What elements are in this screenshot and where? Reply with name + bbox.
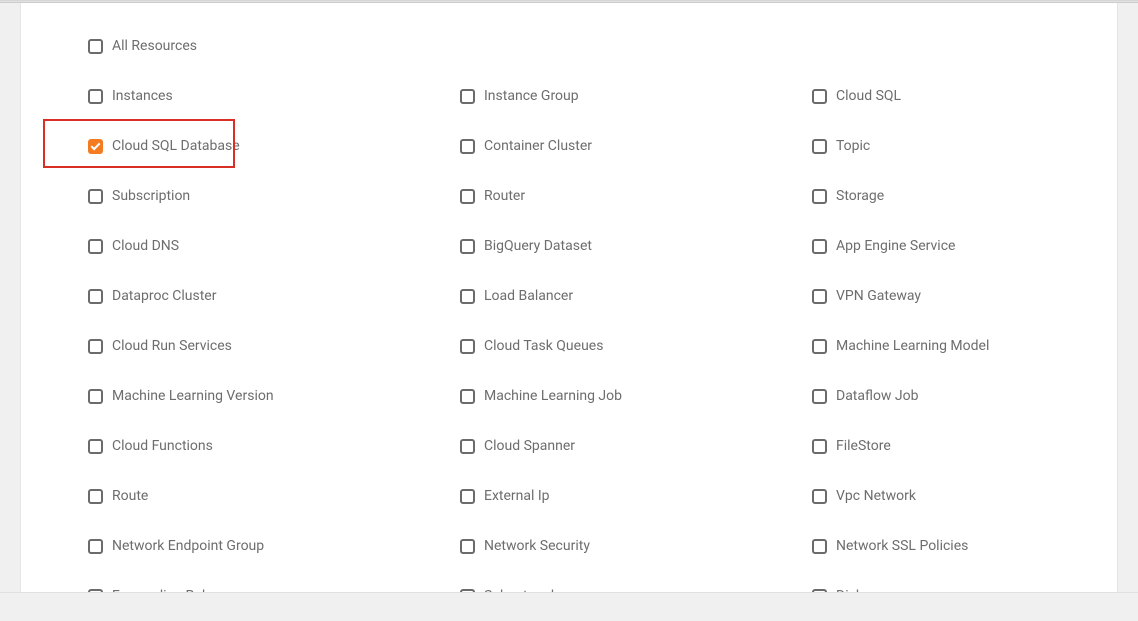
checkbox-label: Machine Learning Version [112, 389, 274, 403]
checkbox-label: Cloud SQL [836, 89, 901, 103]
checkbox-label: App Engine Service [836, 239, 955, 253]
checkbox-icon [460, 239, 475, 254]
checkbox-icon [460, 189, 475, 204]
checkbox-network-endpoint-group[interactable]: Network Endpoint Group [88, 521, 460, 571]
resource-selection-panel: All Resources Instances Instance Group C… [20, 3, 1118, 603]
checkbox-icon [88, 239, 103, 254]
checkbox-label: Cloud Functions [112, 439, 213, 453]
checkbox-icon-checked [88, 139, 103, 154]
checkbox-icon [88, 489, 103, 504]
checkbox-label: Instance Group [484, 89, 579, 103]
checkbox-icon [812, 139, 827, 154]
checkbox-label: Route [112, 489, 148, 503]
checkbox-topic[interactable]: Topic [812, 121, 1138, 171]
resource-checkbox-grid: All Resources Instances Instance Group C… [21, 21, 1117, 621]
bottom-cut-edge [0, 592, 1138, 606]
checkbox-container-cluster[interactable]: Container Cluster [460, 121, 812, 171]
checkbox-label: Instances [112, 89, 173, 103]
checkbox-subscription[interactable]: Subscription [88, 171, 460, 221]
checkbox-label: Machine Learning Job [484, 389, 622, 403]
checkbox-icon [812, 89, 827, 104]
checkbox-storage[interactable]: Storage [812, 171, 1138, 221]
checkbox-cloud-functions[interactable]: Cloud Functions [88, 421, 460, 471]
checkbox-label: Topic [836, 139, 870, 153]
checkbox-icon [812, 439, 827, 454]
checkbox-label: Storage [836, 189, 884, 203]
checkbox-route[interactable]: Route [88, 471, 460, 521]
checkbox-icon [88, 389, 103, 404]
checkbox-label: FileStore [836, 439, 891, 453]
checkbox-label: Cloud Spanner [484, 439, 575, 453]
checkbox-router[interactable]: Router [460, 171, 812, 221]
checkbox-label: Container Cluster [484, 139, 592, 153]
checkbox-cloud-dns[interactable]: Cloud DNS [88, 221, 460, 271]
checkbox-machine-learning-job[interactable]: Machine Learning Job [460, 371, 812, 421]
checkbox-icon [812, 389, 827, 404]
checkbox-icon [88, 289, 103, 304]
checkbox-icon [812, 339, 827, 354]
checkbox-label: Cloud Run Services [112, 339, 232, 353]
checkbox-label: Load Balancer [484, 289, 573, 303]
checkbox-vpn-gateway[interactable]: VPN Gateway [812, 271, 1138, 321]
checkbox-dataproc-cluster[interactable]: Dataproc Cluster [88, 271, 460, 321]
checkbox-label: Cloud Task Queues [484, 339, 603, 353]
checkbox-all-resources[interactable]: All Resources [88, 21, 1138, 71]
checkbox-icon [812, 489, 827, 504]
checkbox-icon [460, 139, 475, 154]
checkbox-network-security[interactable]: Network Security [460, 521, 812, 571]
checkbox-cloud-task-queues[interactable]: Cloud Task Queues [460, 321, 812, 371]
checkbox-bigquery-dataset[interactable]: BigQuery Dataset [460, 221, 812, 271]
checkbox-label: Network SSL Policies [836, 539, 968, 553]
checkbox-label: Cloud DNS [112, 239, 179, 253]
checkbox-instance-group[interactable]: Instance Group [460, 71, 812, 121]
checkbox-label: Cloud SQL Database [112, 139, 240, 153]
checkbox-cloud-run-services[interactable]: Cloud Run Services [88, 321, 460, 371]
checkbox-icon [460, 89, 475, 104]
checkbox-label: Vpc Network [836, 489, 916, 503]
checkbox-icon [88, 189, 103, 204]
checkbox-label: Network Endpoint Group [112, 539, 264, 553]
checkbox-icon [812, 289, 827, 304]
checkbox-icon [460, 489, 475, 504]
checkbox-machine-learning-model[interactable]: Machine Learning Model [812, 321, 1138, 371]
checkbox-machine-learning-version[interactable]: Machine Learning Version [88, 371, 460, 421]
checkbox-icon [88, 439, 103, 454]
checkbox-cloud-sql[interactable]: Cloud SQL [812, 71, 1138, 121]
checkbox-vpc-network[interactable]: Vpc Network [812, 471, 1138, 521]
checkbox-filestore[interactable]: FileStore [812, 421, 1138, 471]
checkbox-network-ssl-policies[interactable]: Network SSL Policies [812, 521, 1138, 571]
checkbox-cloud-sql-database[interactable]: Cloud SQL Database [88, 121, 460, 171]
checkbox-instances[interactable]: Instances [88, 71, 460, 121]
checkbox-icon [88, 339, 103, 354]
checkbox-icon [88, 539, 103, 554]
checkbox-icon [460, 389, 475, 404]
checkbox-icon [460, 289, 475, 304]
checkbox-label: Dataproc Cluster [112, 289, 216, 303]
checkbox-label: External Ip [484, 489, 550, 503]
checkbox-label: Subscription [112, 189, 190, 203]
checkbox-dataflow-job[interactable]: Dataflow Job [812, 371, 1138, 421]
checkbox-icon [460, 439, 475, 454]
checkbox-label: Network Security [484, 539, 590, 553]
checkbox-app-engine-service[interactable]: App Engine Service [812, 221, 1138, 271]
checkbox-label: Dataflow Job [836, 389, 919, 403]
checkbox-icon [812, 239, 827, 254]
checkbox-label: BigQuery Dataset [484, 239, 592, 253]
checkbox-label: Machine Learning Model [836, 339, 989, 353]
checkbox-label: Router [484, 189, 525, 203]
checkbox-icon [460, 339, 475, 354]
checkbox-external-ip[interactable]: External Ip [460, 471, 812, 521]
checkbox-icon [460, 539, 475, 554]
checkbox-icon [88, 89, 103, 104]
checkbox-icon [812, 189, 827, 204]
checkbox-cloud-spanner[interactable]: Cloud Spanner [460, 421, 812, 471]
checkbox-label: All Resources [112, 39, 197, 53]
checkbox-icon [88, 39, 103, 54]
checkbox-load-balancer[interactable]: Load Balancer [460, 271, 812, 321]
checkbox-icon [812, 539, 827, 554]
checkbox-label: VPN Gateway [836, 289, 921, 303]
